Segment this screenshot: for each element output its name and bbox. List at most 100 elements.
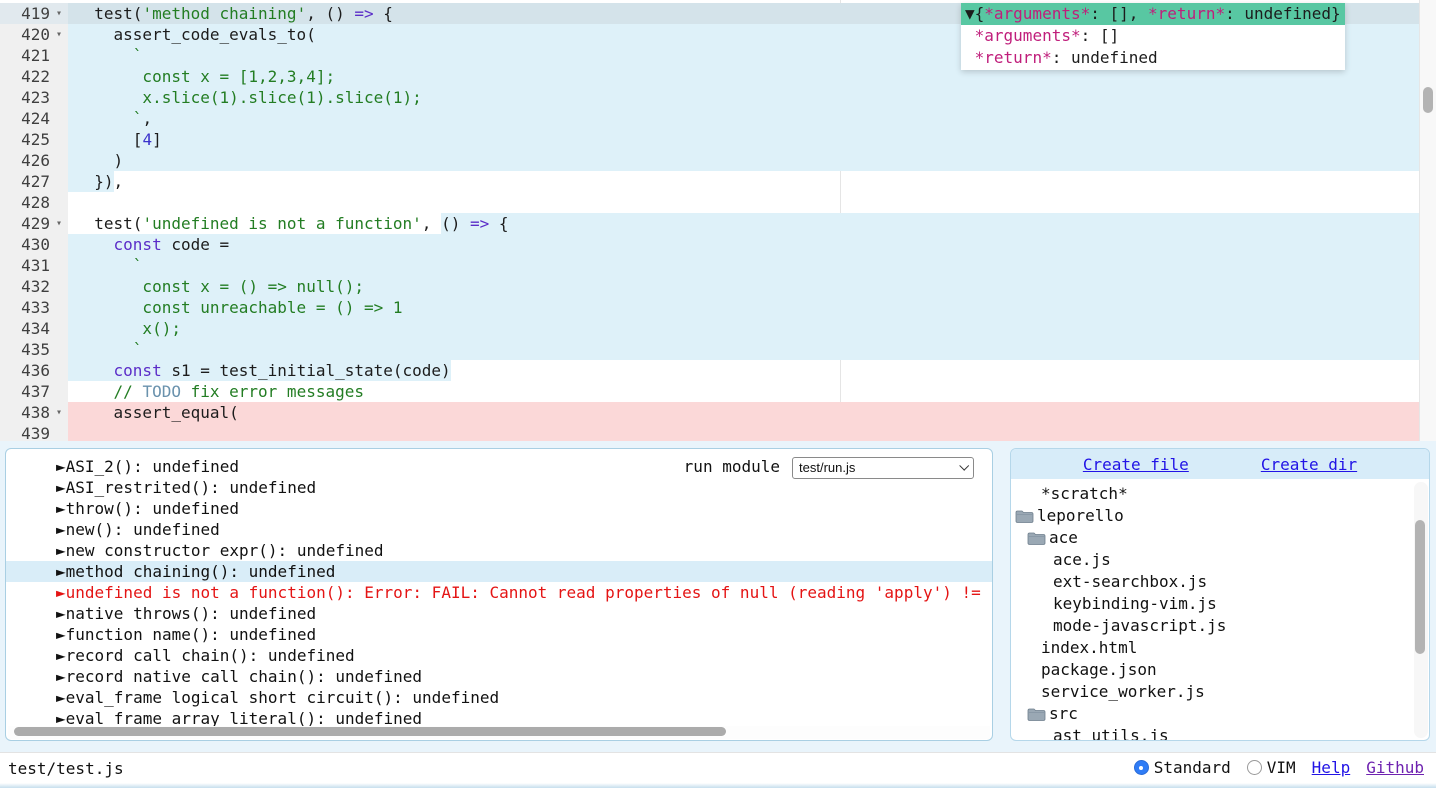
- fold-arrow-icon[interactable]: ▾: [50, 3, 68, 24]
- file-name: leporello: [1037, 505, 1124, 527]
- code-token: const x = [1,2,3,4];: [75, 67, 335, 86]
- code-line[interactable]: 436 const s1 = test_initial_state(code): [0, 360, 1419, 381]
- fold-spacer: [50, 150, 68, 171]
- code-text: x.slice(1).slice(1).slice(1);: [68, 87, 1419, 108]
- file-tree-file[interactable]: package.json: [1011, 659, 1429, 681]
- code-line[interactable]: 432 const x = () => null();: [0, 276, 1419, 297]
- code-token: test(: [75, 214, 142, 233]
- code-cell: ): [68, 150, 1419, 171]
- code-text: }),: [68, 171, 1419, 192]
- file-tree-file[interactable]: *scratch*: [1011, 483, 1429, 505]
- result-item-test[interactable]: ►record native call chain(): undefined: [6, 666, 992, 687]
- leporello-app: 419▾ test('method chaining', () => {420▾…: [0, 0, 1436, 788]
- code-text: const x = () => null();: [68, 276, 1419, 297]
- result-item-test[interactable]: ►eval_frame logical short circuit(): und…: [6, 687, 992, 708]
- code-token: code =: [162, 235, 229, 254]
- file-tree-file[interactable]: index.html: [1011, 637, 1429, 659]
- result-item-test[interactable]: ►native throws(): undefined: [6, 603, 992, 624]
- file-tree-dir[interactable]: src: [1011, 703, 1429, 725]
- code-editor[interactable]: 419▾ test('method chaining', () => {420▾…: [0, 0, 1419, 441]
- github-link[interactable]: Github: [1366, 758, 1424, 777]
- code-line[interactable]: 429▾ test('undefined is not a function',…: [0, 213, 1419, 234]
- code-cell: [68, 423, 1419, 441]
- keybinding-option-standard[interactable]: Standard: [1134, 758, 1231, 777]
- folder-icon: [1027, 531, 1046, 546]
- code-token: `: [133, 256, 143, 275]
- code-line[interactable]: 424 `,: [0, 108, 1419, 129]
- code-line[interactable]: 428: [0, 192, 1419, 213]
- code-line[interactable]: 435 `: [0, 339, 1419, 360]
- code-token: *arguments*: [984, 4, 1090, 23]
- result-item-test[interactable]: ►throw(): undefined: [6, 498, 992, 519]
- radio-icon[interactable]: [1134, 760, 1149, 775]
- line-number: 435: [0, 339, 50, 360]
- results-hscrollbar-thumb[interactable]: [14, 727, 726, 736]
- fold-arrow-icon[interactable]: ▾: [50, 24, 68, 45]
- tooltip-header[interactable]: ▼{*arguments*: [], *return*: undefined}: [961, 3, 1345, 25]
- code-token: *return*: [1148, 4, 1225, 23]
- result-item-test[interactable]: ►function name(): undefined: [6, 624, 992, 645]
- results-hscrollbar-track[interactable]: [8, 726, 990, 739]
- line-number: 421: [0, 45, 50, 66]
- file-tree-file[interactable]: ext-searchbox.js: [1011, 571, 1429, 593]
- tooltip-row[interactable]: *arguments*: []: [965, 25, 1341, 47]
- code-token: const: [114, 235, 162, 254]
- code-token: [75, 256, 133, 275]
- file-tree: *scratch*leporelloaceace.jsext-searchbox…: [1011, 479, 1429, 740]
- code-cell: }),: [68, 171, 1419, 192]
- result-item-test[interactable]: ►record call chain(): undefined: [6, 645, 992, 666]
- result-item-error[interactable]: ►undefined is not a function(): Error: F…: [6, 582, 992, 603]
- files-vscrollbar-track[interactable]: [1414, 482, 1428, 738]
- radio-icon[interactable]: [1247, 760, 1262, 775]
- editor-scrollbar-thumb[interactable]: [1423, 87, 1433, 113]
- code-text: test('undefined is not a function', () =…: [68, 213, 1419, 234]
- file-tree-file[interactable]: ast_utils.js: [1011, 725, 1429, 740]
- files-vscrollbar-thumb[interactable]: [1415, 520, 1425, 654]
- code-line[interactable]: 423 x.slice(1).slice(1).slice(1);: [0, 87, 1419, 108]
- file-tree-file[interactable]: ace.js: [1011, 549, 1429, 571]
- editor-vertical-scrollbar[interactable]: [1419, 0, 1436, 441]
- result-item-test[interactable]: ►new constructor expr(): undefined: [6, 540, 992, 561]
- code-token: =>: [354, 4, 373, 23]
- file-tree-file[interactable]: service_worker.js: [1011, 681, 1429, 703]
- gutter-cell: 428: [0, 192, 68, 213]
- module-select[interactable]: test/run.js: [792, 457, 974, 479]
- tooltip-row[interactable]: *return*: undefined: [965, 47, 1341, 69]
- file-tree-dir[interactable]: leporello: [1011, 505, 1429, 527]
- code-line[interactable]: 431 `: [0, 255, 1419, 276]
- code-line[interactable]: 437 // TODO fix error messages: [0, 381, 1419, 402]
- file-tree-file[interactable]: mode-javascript.js: [1011, 615, 1429, 637]
- result-item-test[interactable]: ►ASI_restrited(): undefined: [6, 477, 992, 498]
- code-line[interactable]: 434 x();: [0, 318, 1419, 339]
- code-line[interactable]: 439: [0, 423, 1419, 441]
- code-line[interactable]: 433 const unreachable = () => 1: [0, 297, 1419, 318]
- line-number: 433: [0, 297, 50, 318]
- code-text: const code =: [68, 234, 1419, 255]
- code-cell: x.slice(1).slice(1).slice(1);: [68, 87, 1419, 108]
- line-number: 439: [0, 423, 50, 441]
- result-item-test[interactable]: ►new(): undefined: [6, 519, 992, 540]
- code-line[interactable]: 430 const code =: [0, 234, 1419, 255]
- file-tree-file[interactable]: keybinding-vim.js: [1011, 593, 1429, 615]
- code-cell: [4]: [68, 129, 1419, 150]
- fold-arrow-icon[interactable]: ▾: [50, 402, 68, 423]
- code-token: `: [133, 340, 143, 359]
- fold-arrow-icon[interactable]: ▾: [50, 213, 68, 234]
- gutter-cell: 437: [0, 381, 68, 402]
- create-dir-link[interactable]: Create dir: [1261, 455, 1357, 474]
- code-line[interactable]: 425 [4]: [0, 129, 1419, 150]
- code-line[interactable]: 438▾ assert_equal(: [0, 402, 1419, 423]
- line-number: 431: [0, 255, 50, 276]
- code-line[interactable]: 426 ): [0, 150, 1419, 171]
- value-tooltip[interactable]: ▼{*arguments*: [], *return*: undefined} …: [961, 3, 1345, 70]
- line-number: 422: [0, 66, 50, 87]
- code-text: x();: [68, 318, 1419, 339]
- help-link[interactable]: Help: [1312, 758, 1351, 777]
- code-text: const s1 = test_initial_state(code): [68, 360, 1419, 381]
- keybinding-option-vim[interactable]: VIM: [1247, 758, 1296, 777]
- create-file-link[interactable]: Create file: [1083, 455, 1189, 474]
- file-tree-dir[interactable]: ace: [1011, 527, 1429, 549]
- keybinding-label: VIM: [1267, 758, 1296, 777]
- code-line[interactable]: 427 }),: [0, 171, 1419, 192]
- result-item-test[interactable]: ►method chaining(): undefined: [6, 561, 992, 582]
